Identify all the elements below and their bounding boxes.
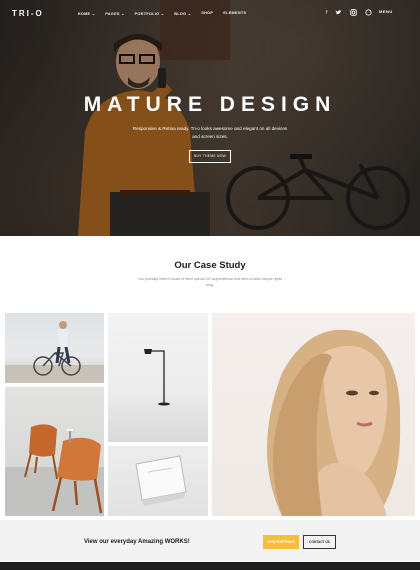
- bicycle-woman-image: [5, 321, 104, 383]
- menu-item-blog[interactable]: BLOG ⌄: [174, 11, 191, 16]
- portfolio-tile-chairs[interactable]: [5, 387, 104, 516]
- dribbble-icon[interactable]: [365, 9, 372, 19]
- lamp-image: [144, 349, 170, 406]
- footer-bar: [0, 562, 420, 570]
- case-study-subtitle: You probably haven't heard of them quino…: [137, 277, 283, 287]
- menu-item-home[interactable]: HOME ⌄: [78, 11, 95, 16]
- portfolio-tile-tablet[interactable]: [108, 446, 208, 516]
- social-links: f: [326, 9, 372, 19]
- site-logo[interactable]: TRI-O: [12, 9, 44, 18]
- menu-item-elements[interactable]: ELEMENTS: [223, 11, 246, 16]
- buy-theme-button[interactable]: BUY THEME NOW: [189, 150, 231, 163]
- menu-item-pages[interactable]: PAGES ⌄: [105, 11, 124, 16]
- facebook-icon[interactable]: f: [326, 9, 327, 19]
- twitter-icon[interactable]: [335, 9, 342, 19]
- hero-title: MATURE DESIGN: [83, 93, 337, 116]
- portfolio-tile-bicycle[interactable]: [5, 313, 104, 383]
- hero-section: TRI-O HOME ⌄ PAGES ⌄ PORTFOLIO ⌄ BLOG ⌄ …: [0, 0, 420, 236]
- tablet-image: [135, 455, 187, 506]
- menu-item-portfolio[interactable]: PORTFOLIO ⌄: [135, 11, 165, 16]
- hero-overlay: [0, 0, 420, 236]
- cta-text: View our everyday Amazing WORKS!: [84, 539, 190, 545]
- chairs-image: [5, 424, 104, 516]
- menu-toggle-button[interactable]: MENU: [379, 9, 393, 14]
- cta-section: [0, 520, 420, 562]
- contact-us-button[interactable]: CONTACT US: [303, 535, 336, 549]
- blonde-woman-portrait-image: [267, 329, 401, 516]
- portfolio-tile-lamp[interactable]: [108, 313, 208, 442]
- portfolio-tile-portrait[interactable]: [212, 313, 415, 516]
- main-menu: HOME ⌄ PAGES ⌄ PORTFOLIO ⌄ BLOG ⌄ SHOP E…: [78, 11, 247, 16]
- case-study-title: Our Case Study: [174, 260, 246, 271]
- instagram-icon[interactable]: [350, 9, 358, 19]
- menu-item-shop[interactable]: SHOP: [201, 11, 213, 16]
- view-portfolio-button[interactable]: VIEW PORTFOLIO: [263, 535, 299, 549]
- hero-subtitle: Responsive & Retina ready. Tri-o looks a…: [132, 126, 288, 139]
